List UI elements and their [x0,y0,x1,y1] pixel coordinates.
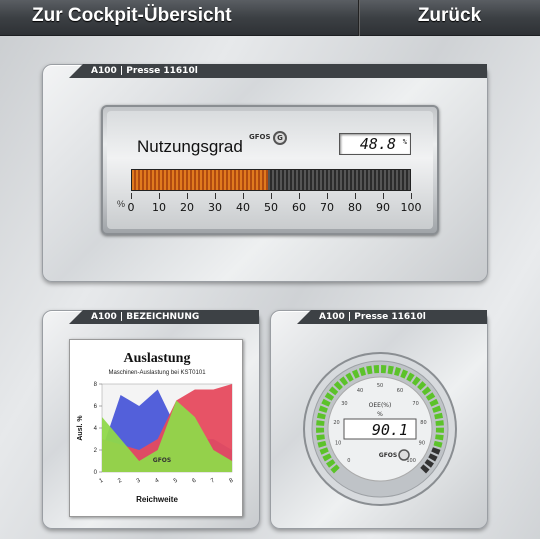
chart-watermark: GFOS [153,457,171,464]
utilization-chart-card: Auslastung Maschinen-Auslastung bei KST01… [69,339,243,517]
gauge-tick-label: 0 [347,458,350,464]
scale-tick-label: 30 [208,201,222,214]
y-tick-label: 6 [94,404,98,410]
y-tick-label: 2 [94,448,98,454]
scale-tick-label: 50 [264,201,278,214]
x-tick-label: 3 [136,477,142,484]
gauge-tick-label: 60 [397,388,403,394]
x-tick-label: 1 [99,477,105,484]
cockpit-overview-button[interactable]: Zur Cockpit-Übersicht [32,0,232,36]
scale-tick [243,193,244,199]
utilization-display: Nutzungsgrad GFOS G 48.8 % % 0 10 20 30 40 50… [101,105,439,235]
x-tick-label: 5 [173,477,179,484]
scale-tick-label: 90 [376,201,390,214]
y-tick-label: 0 [94,470,98,476]
y-axis-label: Ausl. % [77,415,84,441]
scale-tick-label: 40 [236,201,250,214]
gfos-icon [398,449,410,461]
scale-tick [131,193,132,199]
oee-gauge: 0102030405060708090100OEE(%)%90.1GFOS [303,352,457,506]
utilization-panel: A100 | Presse 11610l Nutzungsgrad GFOS G… [42,64,488,282]
utilization-bar-fill [132,170,268,190]
scale-tick-label: 60 [292,201,306,214]
y-tick-label: 8 [94,382,98,388]
utilization-label: Nutzungsgrad [137,137,243,156]
gauge-tick-label: 10 [335,441,341,447]
scale-tick [187,193,188,199]
scale-unit: % [117,199,126,209]
utilization-chart: Auslastung Maschinen-Auslastung bei KST01… [77,351,235,504]
scale-tick [327,193,328,199]
x-tick-label: 6 [191,477,197,484]
utilization-value: 48.8 [359,135,396,153]
scale-tick [271,193,272,199]
x-tick-label: 2 [117,477,123,484]
gauge-segment [373,365,380,374]
scale-tick-label: 100 [400,201,422,214]
utilization-scale: % 0 10 20 30 40 50 60 70 80 90 100 [117,193,422,215]
scale-tick-label: 80 [348,201,362,214]
gauge-value: 90.1 [372,421,408,439]
gauge-tick-label: 70 [412,401,418,407]
gauge-tick-label: 30 [341,401,347,407]
gauge-logo: GFOS [379,452,397,459]
scale-tick-label: 0 [127,201,135,214]
scale-tick [215,193,216,199]
gauge-unit: % [377,411,383,418]
x-tick-label: 4 [154,477,160,484]
oee-panel: A100 | Presse 11610l 0 10 20 30 40 50 60 70 80 90… [270,310,488,529]
x-tick-label: 8 [229,477,235,484]
gauge-segment [316,427,325,433]
gauge-label: OEE(%) [369,402,392,409]
y-tick-label: 4 [94,426,98,432]
scale-tick [299,193,300,199]
panel-tab: A100 | Presse 11610l [69,64,487,78]
gauge-tick-label: 40 [357,388,363,394]
gauge-segment [435,427,444,433]
scale-tick-label: 20 [180,201,194,214]
x-tick-label: 7 [210,477,216,484]
back-button[interactable]: Zurück [358,0,540,36]
gauge-tick-label: 50 [377,383,383,389]
utilization-value-display: 48.8 % [339,133,411,155]
gauge-tick-label: 20 [333,420,339,426]
gauge-tick-label: 90 [419,441,425,447]
scale-tick [355,193,356,199]
x-axis-label: Reichweite [136,495,178,504]
chart-title: Auslastung [124,351,191,366]
scale-tick-label: 10 [152,201,166,214]
scale-tick [159,193,160,199]
panel-tab: A100 | BEZEICHNUNG [69,310,259,324]
top-bar: Zur Cockpit-Übersicht Zurück [0,0,540,36]
designation-panel: A100 | BEZEICHNUNG Auslastung Maschinen-A… [42,310,260,529]
gfos-logo: GFOS [249,133,271,141]
chart-subtitle: Maschinen-Auslastung bei KST0101 [108,370,206,376]
gauge-tick-label: 80 [420,420,426,426]
gauge-segment [380,365,387,374]
scale-tick-label: 70 [320,201,334,214]
gfos-icon: G [273,131,287,145]
scale-tick [411,193,412,199]
utilization-unit: % [402,138,407,146]
utilization-bar [131,169,411,191]
scale-tick [383,193,384,199]
